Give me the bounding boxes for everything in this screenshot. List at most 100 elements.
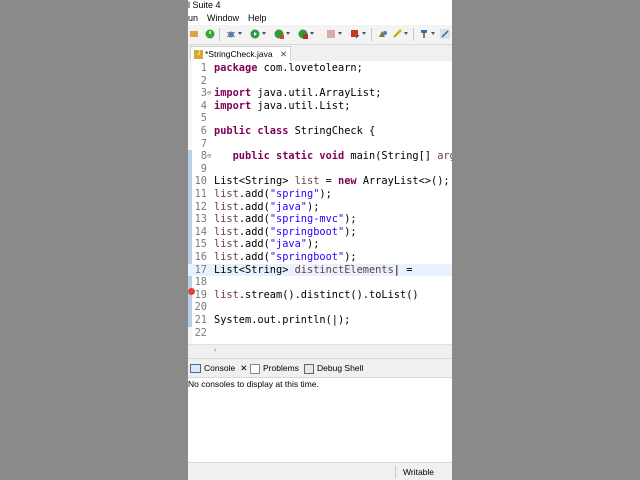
status-writable: Writable (403, 467, 435, 477)
spring-boot-dashboard-icon[interactable] (205, 29, 215, 39)
run-icon[interactable] (250, 29, 260, 39)
code-line[interactable]: 19 list.stream().distinct().toList() (188, 289, 452, 302)
search-icon[interactable] (392, 29, 402, 39)
debug-shell-icon (304, 363, 314, 374)
status-separator (395, 466, 396, 478)
line-number: 22 (194, 326, 207, 339)
horizontal-scrollbar[interactable]: ‹ (188, 344, 452, 357)
ide-window: l Suite 4 un Window Help J *StringCheck.jav… (188, 0, 452, 480)
line-number: 11 (194, 188, 207, 200)
line-number: 10 (194, 175, 207, 188)
status-bar: Writable (188, 462, 452, 480)
code-line[interactable]: 20 (188, 301, 452, 314)
menu-help[interactable]: Help (248, 11, 267, 25)
menu-window[interactable]: Window (207, 11, 239, 25)
code-line[interactable]: 5 (188, 112, 452, 125)
stop-dropdown-icon[interactable] (338, 32, 342, 35)
pin-icon[interactable] (419, 29, 429, 39)
line-number: 12 (194, 200, 207, 213)
line-number: 1 (200, 62, 207, 74)
open-type-icon[interactable] (378, 29, 388, 39)
code-text: list.add("java"); (214, 200, 320, 213)
code-line[interactable]: 13 list.add("spring-mvc"); (188, 213, 452, 226)
line-number: 15 (194, 238, 207, 251)
console-icon (190, 364, 201, 374)
code-line[interactable]: 2 (188, 75, 452, 88)
title-bar: l Suite 4 (188, 0, 452, 11)
line-number: 7 (200, 137, 207, 150)
line-number: 16 (194, 251, 207, 263)
code-line[interactable]: 9 (188, 163, 452, 176)
code-line[interactable]: 21 System.out.println(|); (188, 314, 452, 327)
tab-console[interactable]: Console ✕ (190, 361, 247, 376)
code-line[interactable]: 22 (188, 327, 452, 340)
code-line[interactable]: 16 list.add("springboot"); (188, 251, 452, 264)
code-line[interactable]: 15 list.add("java"); (188, 238, 452, 251)
code-line[interactable]: 1 package com.lovetolearn; (188, 62, 452, 75)
window-title: l Suite 4 (188, 0, 221, 10)
code-text: import java.util.List; (214, 99, 351, 112)
code-text: list.add("springboot"); (214, 251, 357, 263)
code-line[interactable]: 8 public static void main(String[] arg ⊖ (188, 150, 452, 163)
code-line[interactable]: 10 List<String> list = new ArrayList<>(); (188, 175, 452, 188)
external-tools-dropdown-icon[interactable] (310, 32, 314, 35)
tab-stringcheck-java[interactable]: J *StringCheck.java ✕ (190, 46, 292, 62)
code-text: System.out.println(|); (214, 314, 351, 326)
line-number: 5 (200, 112, 207, 125)
pin-dropdown-icon[interactable] (431, 32, 435, 35)
code-line[interactable]: 12 list.add("java"); (188, 201, 452, 214)
debug-dropdown-icon[interactable] (238, 32, 242, 35)
code-line[interactable]: 17 List<String> distinctElements| = (188, 263, 452, 277)
line-number: 17 (194, 263, 207, 276)
toolbar-separator (371, 28, 372, 41)
search-dropdown-icon[interactable] (404, 32, 408, 35)
annotation-icon[interactable] (440, 29, 450, 39)
code-line[interactable]: 18 (188, 276, 452, 289)
code-text: List<String> list = new ArrayList<>(); (214, 175, 450, 188)
new-server-dropdown-icon[interactable] (362, 32, 366, 35)
code-line[interactable]: 11 list.add("spring"); (188, 188, 452, 201)
coverage-icon[interactable] (274, 29, 284, 39)
code-line[interactable]: 3 import java.util.ArrayList; ⊖ (188, 87, 452, 100)
close-tab-icon[interactable]: ✕ (240, 363, 247, 373)
new-server-icon[interactable] (350, 29, 360, 39)
console-panel: Console ✕ Problems Debug Shell No console… (188, 358, 452, 463)
line-number: 2 (200, 74, 207, 87)
code-line[interactable]: 14 list.add("springboot"); (188, 226, 452, 239)
tab-problems[interactable]: Problems (250, 361, 299, 376)
line-number: 6 (200, 125, 207, 137)
code-text: public class StringCheck { (214, 125, 376, 137)
code-editor[interactable]: 1 package com.lovetolearn; 2 3 import java.u… (188, 61, 452, 344)
code-text: public static void main(String[] arg (232, 150, 452, 163)
format-icon[interactable] (189, 29, 199, 39)
scroll-left-icon[interactable]: ‹ (214, 345, 217, 354)
tab-debug-shell[interactable]: Debug Shell (304, 361, 363, 376)
code-line[interactable]: 7 (188, 138, 452, 151)
stop-icon[interactable] (326, 29, 336, 39)
console-tab-bar: Console ✕ Problems Debug Shell (188, 359, 452, 378)
line-number: 9 (200, 162, 207, 175)
code-text: package com.lovetolearn; (214, 62, 363, 74)
toolbar (188, 25, 452, 45)
error-marker-icon[interactable] (188, 287, 195, 295)
tab-debug-shell-label: Debug Shell (317, 363, 364, 373)
code-line[interactable]: 6 public class StringCheck { (188, 125, 452, 138)
fold-toggle-icon[interactable]: ⊖ (207, 87, 211, 100)
java-file-icon: J (194, 50, 203, 60)
run-dropdown-icon[interactable] (262, 32, 266, 35)
code-text: list.add("spring-mvc"); (214, 213, 357, 226)
code-text: List<String> distinctElements| = (214, 263, 413, 276)
code-line[interactable]: 4 import java.util.List; (188, 100, 452, 113)
debug-icon[interactable] (226, 29, 236, 39)
coverage-dropdown-icon[interactable] (286, 32, 290, 35)
close-tab-icon[interactable]: ✕ (280, 49, 287, 59)
fold-toggle-icon[interactable]: ⊖ (207, 150, 211, 163)
line-number: 14 (194, 225, 207, 238)
line-number: 21 (194, 314, 207, 326)
toolbar-separator (219, 28, 220, 41)
external-tools-icon[interactable] (298, 29, 308, 39)
editor-tab-bar: J *StringCheck.java ✕ (188, 45, 452, 62)
code-text: list.add("java"); (214, 238, 320, 251)
menu-run[interactable]: un (188, 11, 198, 25)
line-number: 3 (200, 87, 207, 100)
